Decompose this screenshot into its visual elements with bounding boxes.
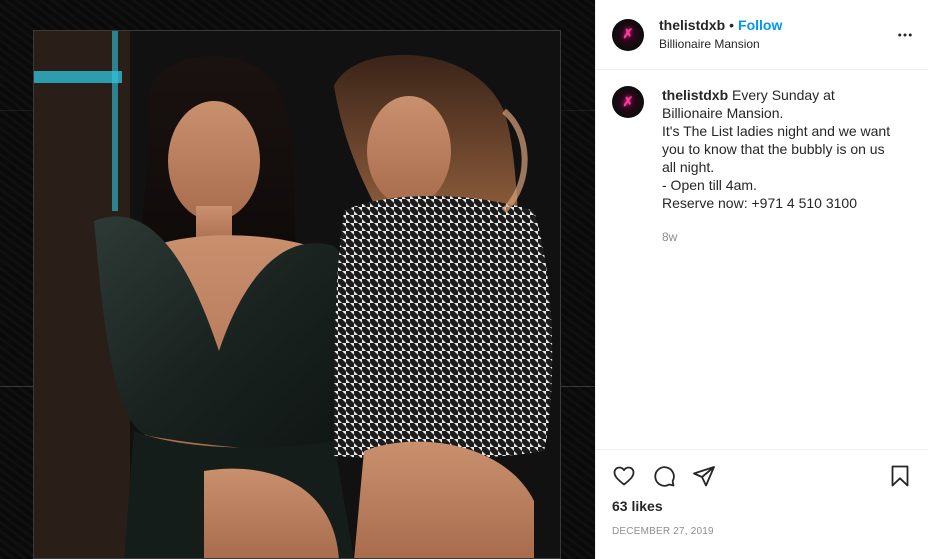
username-link[interactable]: thelistdxb: [659, 17, 725, 34]
brand-logo-icon: ✗: [622, 94, 634, 110]
action-bar: [612, 450, 912, 496]
instagram-post: ✗ thelistdxb • Follow Billionaire Mansio…: [0, 0, 928, 559]
bookmark-icon[interactable]: [888, 464, 912, 488]
send-icon[interactable]: [692, 464, 716, 488]
header-row: thelistdxb • Follow: [659, 17, 782, 34]
location-link[interactable]: Billionaire Mansion: [659, 36, 782, 53]
post-photo[interactable]: [33, 30, 561, 559]
caption: ✗ thelistdxb Every Sunday at Billionaire…: [612, 86, 912, 246]
avatar[interactable]: ✗: [612, 86, 644, 118]
caption-body: thelistdxb Every Sunday at Billionaire M…: [662, 86, 898, 246]
caption-line: It's The List ladies night and we want y…: [662, 123, 891, 175]
post-age[interactable]: 8w: [662, 228, 898, 246]
follow-button[interactable]: Follow: [738, 17, 782, 34]
caption-username[interactable]: thelistdxb: [662, 87, 728, 103]
post-header: ✗ thelistdxb • Follow Billionaire Mansio…: [596, 0, 928, 70]
comments-area: ✗ thelistdxb Every Sunday at Billionaire…: [596, 70, 928, 449]
more-options-icon[interactable]: [896, 26, 914, 44]
caption-line: Reserve now: +971 4 510 3100: [662, 195, 857, 211]
likes-count[interactable]: 63 likes: [612, 498, 912, 514]
header-text: thelistdxb • Follow Billionaire Mansion: [659, 17, 782, 53]
separator-dot: •: [729, 16, 735, 33]
heart-icon[interactable]: [612, 464, 636, 488]
caption-line: - Open till 4am.: [662, 177, 757, 193]
actions-section: 63 likes DECEMBER 27, 2019: [596, 449, 928, 559]
brand-logo-icon: ✗: [622, 27, 634, 42]
post-side-panel: ✗ thelistdxb • Follow Billionaire Mansio…: [595, 0, 928, 559]
avatar[interactable]: ✗: [612, 18, 644, 51]
post-date: DECEMBER 27, 2019: [612, 526, 714, 537]
comment-icon[interactable]: [652, 464, 676, 488]
post-media[interactable]: [0, 0, 595, 559]
photo-illustration: [34, 31, 560, 558]
